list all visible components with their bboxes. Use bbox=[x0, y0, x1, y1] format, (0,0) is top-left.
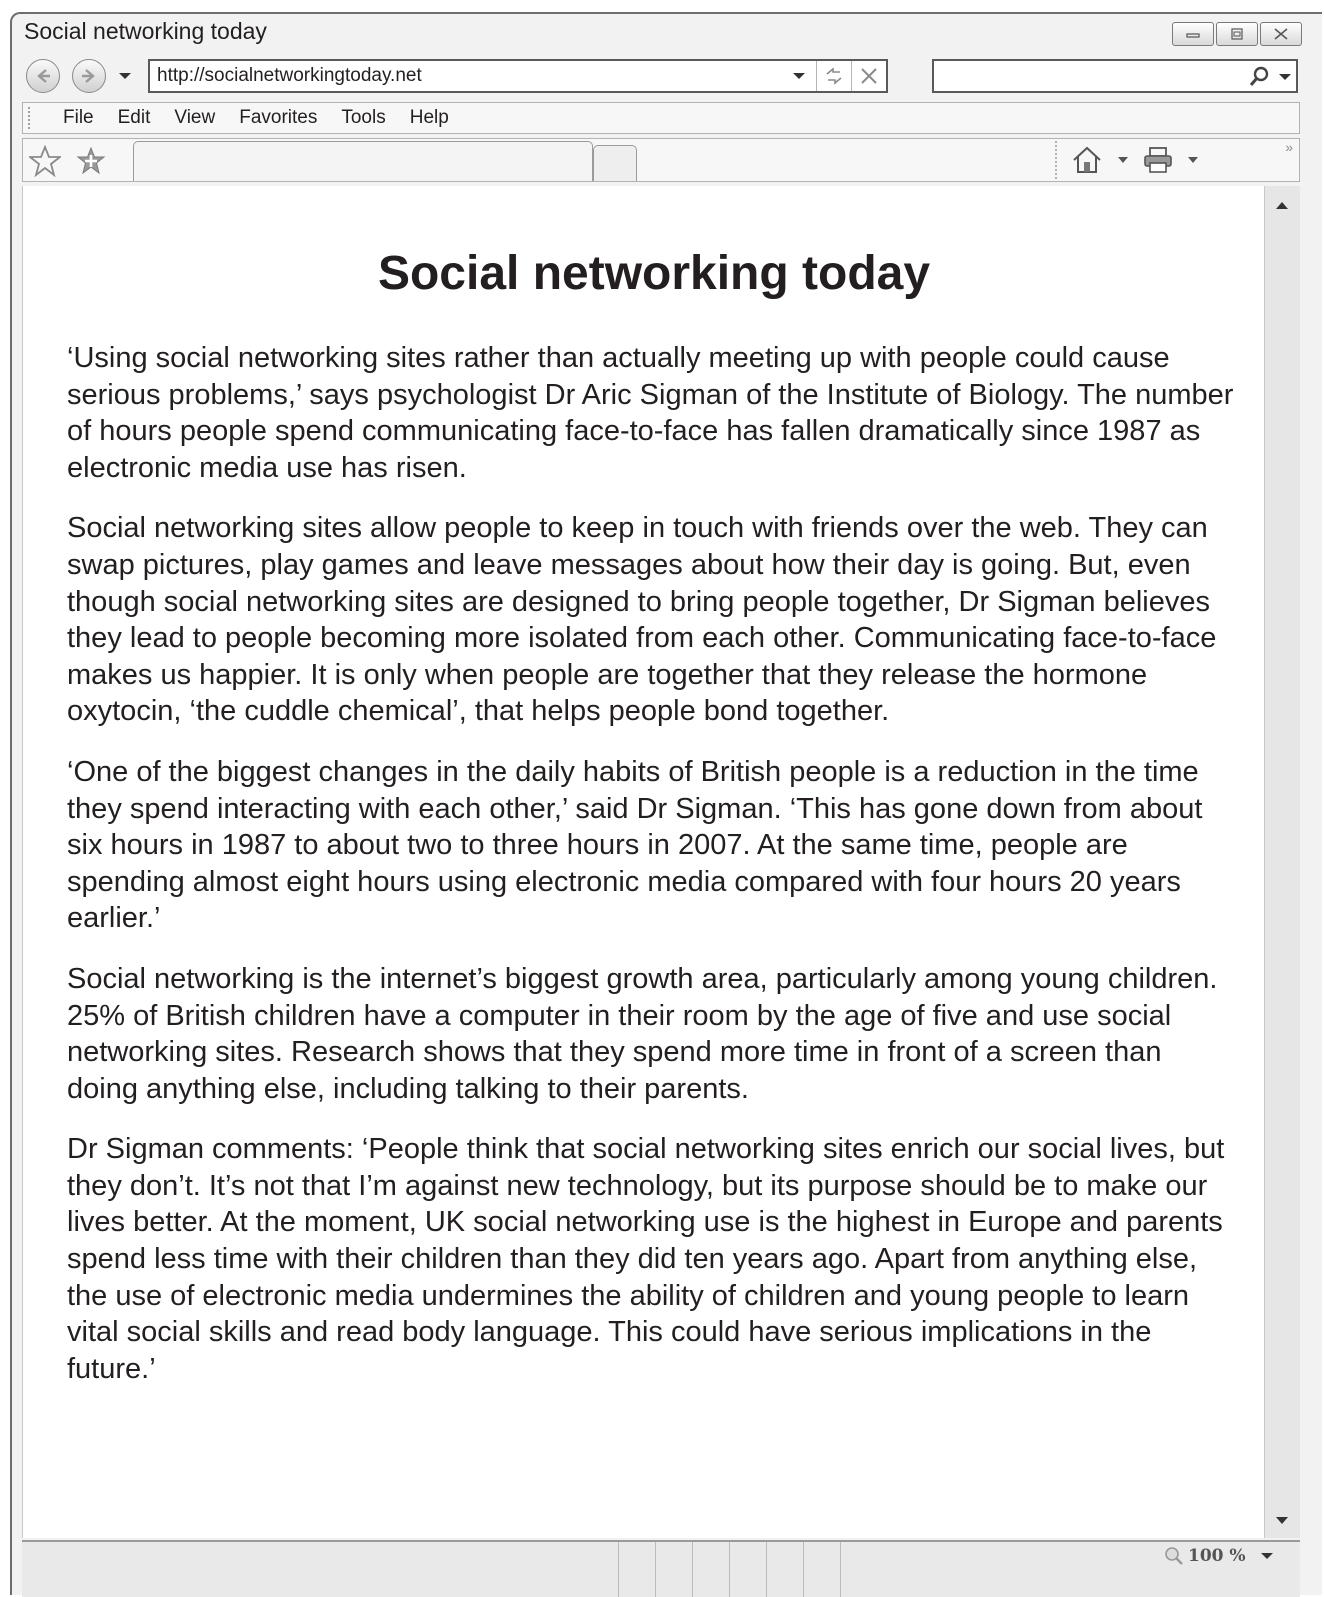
chevron-down-icon bbox=[119, 73, 131, 79]
zoom-magnifier-icon bbox=[1165, 1547, 1183, 1565]
magnifier-icon[interactable] bbox=[1248, 66, 1270, 88]
search-tools bbox=[1248, 66, 1292, 88]
menu-bar: File Edit View Favorites Tools Help bbox=[22, 102, 1300, 134]
command-icons bbox=[1071, 145, 1199, 175]
article-paragraph: Social networking is the internet’s bigg… bbox=[67, 962, 1218, 1105]
back-button[interactable] bbox=[26, 59, 60, 93]
scroll-up-arrow-icon[interactable] bbox=[1275, 200, 1289, 210]
chevron-down-icon[interactable] bbox=[1260, 1551, 1274, 1561]
home-icon[interactable] bbox=[1071, 145, 1103, 175]
status-cell bbox=[692, 1542, 729, 1597]
forward-button[interactable] bbox=[72, 59, 106, 93]
status-cell bbox=[766, 1542, 803, 1597]
close-icon bbox=[1274, 28, 1288, 40]
title-bar: Social networking today bbox=[12, 14, 1322, 54]
window-controls bbox=[1172, 22, 1302, 46]
page-title: Social networking today bbox=[377, 247, 931, 300]
url-text[interactable]: http://socialnetworkingtoday.net bbox=[157, 65, 422, 87]
menu-file[interactable]: File bbox=[51, 106, 106, 130]
vertical-scrollbar[interactable] bbox=[1264, 186, 1300, 1538]
page-content: Social networking today ‘Using social ne… bbox=[22, 186, 1264, 1538]
address-tools bbox=[782, 61, 886, 91]
menu-tools[interactable]: Tools bbox=[329, 106, 397, 130]
zoom-level: 100 % bbox=[1188, 1546, 1246, 1566]
zoom-control[interactable]: 100 % bbox=[1164, 1546, 1274, 1566]
scroll-down-arrow-icon[interactable] bbox=[1275, 1516, 1289, 1526]
menu-edit[interactable]: Edit bbox=[106, 106, 163, 130]
tab-current[interactable] bbox=[133, 141, 593, 181]
restore-button[interactable] bbox=[1216, 22, 1258, 46]
back-arrow-icon bbox=[37, 69, 50, 83]
status-cells bbox=[618, 1542, 877, 1597]
favorites-icons bbox=[29, 145, 107, 177]
article-paragraph: Social networking sites allow people to … bbox=[67, 512, 1217, 728]
forward-arrow-icon bbox=[82, 69, 95, 83]
star-icon[interactable] bbox=[29, 145, 61, 177]
status-cell bbox=[618, 1542, 655, 1597]
status-cell bbox=[803, 1542, 840, 1597]
article-body: ‘Using social networking sites rather th… bbox=[67, 340, 1237, 1411]
navigation-bar: http://socialnetworkingtoday.net bbox=[12, 56, 1322, 96]
minimize-button[interactable] bbox=[1172, 22, 1214, 46]
more-chevron-icon[interactable]: » bbox=[1285, 139, 1293, 155]
status-cell bbox=[655, 1542, 692, 1597]
minimize-icon bbox=[1186, 33, 1200, 38]
stop-button[interactable] bbox=[851, 61, 886, 91]
status-cell bbox=[840, 1542, 877, 1597]
menu-favorites[interactable]: Favorites bbox=[227, 106, 329, 130]
menu-help[interactable]: Help bbox=[398, 106, 461, 130]
stop-icon bbox=[861, 68, 877, 84]
chevron-down-icon[interactable] bbox=[1278, 72, 1292, 82]
window-title: Social networking today bbox=[24, 18, 267, 44]
article-paragraph: Dr Sigman comments: ‘People think that s… bbox=[67, 1133, 1225, 1385]
refresh-button[interactable] bbox=[816, 61, 851, 91]
new-tab-button[interactable] bbox=[593, 145, 637, 181]
printer-icon[interactable] bbox=[1143, 145, 1173, 175]
close-button[interactable] bbox=[1260, 22, 1302, 46]
toolbar-grip bbox=[28, 107, 32, 129]
status-bar: 100 % bbox=[22, 1540, 1300, 1597]
address-dropdown[interactable] bbox=[782, 61, 816, 91]
chevron-down-icon[interactable] bbox=[1187, 156, 1199, 164]
menu-view[interactable]: View bbox=[162, 106, 227, 130]
menu-items: File Edit View Favorites Tools Help bbox=[51, 106, 461, 130]
add-star-icon[interactable] bbox=[75, 145, 107, 177]
favorites-bar: » bbox=[22, 138, 1300, 182]
chevron-down-icon[interactable] bbox=[1117, 156, 1129, 164]
address-bar[interactable]: http://socialnetworkingtoday.net bbox=[148, 59, 888, 93]
restore-icon bbox=[1231, 28, 1243, 40]
article-paragraph: ‘One of the biggest changes in the daily… bbox=[67, 755, 1203, 935]
toolbar-separator bbox=[1055, 141, 1057, 179]
search-input[interactable] bbox=[932, 59, 1298, 93]
article-paragraph: ‘Using social networking sites rather th… bbox=[67, 342, 1234, 484]
refresh-icon bbox=[826, 67, 842, 85]
browser-window: Social networking today http://socialnet… bbox=[10, 12, 1322, 1597]
history-dropdown[interactable] bbox=[118, 68, 132, 86]
status-cell bbox=[729, 1542, 766, 1597]
chevron-down-icon bbox=[793, 73, 805, 79]
